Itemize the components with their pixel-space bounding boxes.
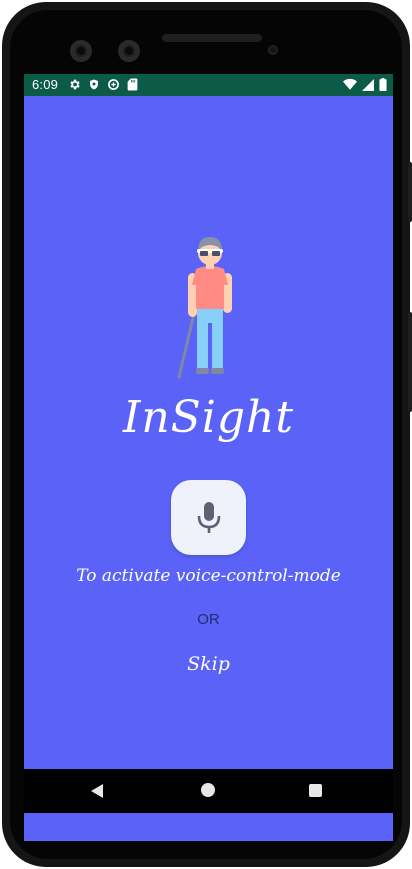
signal-icon	[362, 78, 374, 91]
wifi-icon	[343, 78, 357, 90]
glasses-lens-left	[200, 251, 208, 256]
glasses-lens-right	[212, 251, 220, 256]
data-saver-icon	[108, 79, 119, 90]
right-shoe	[211, 368, 224, 374]
front-camera-icon	[118, 40, 140, 62]
status-time: 6:09	[32, 77, 59, 92]
or-divider-label: OR	[197, 611, 220, 628]
microphone-button[interactable]	[171, 480, 246, 555]
battery-icon	[379, 78, 387, 91]
sd-card-icon	[127, 78, 138, 91]
skip-button[interactable]: Skip	[174, 649, 243, 679]
gear-icon	[70, 79, 80, 90]
cane-icon	[177, 312, 196, 379]
left-shoe	[196, 368, 209, 374]
back-icon[interactable]	[90, 783, 104, 799]
earpiece-speaker	[162, 34, 262, 42]
shirt	[192, 266, 228, 309]
microphone-icon	[197, 501, 220, 533]
left-leg	[197, 319, 208, 371]
shield-icon	[90, 79, 98, 90]
home-icon[interactable]	[201, 783, 215, 797]
voice-control-prompt: To activate voice-control-mode	[76, 566, 341, 586]
app-title: InSight	[122, 392, 295, 443]
volume-button	[408, 312, 412, 412]
right-leg	[212, 319, 223, 371]
screen: 6:09 InSight To activate voice-control-m…	[24, 74, 393, 841]
blind-person-illustration	[177, 237, 232, 379]
proximity-sensor	[268, 45, 278, 55]
status-bar: 6:09	[24, 74, 393, 96]
phone-frame: 6:09 InSight To activate voice-control-m…	[2, 2, 412, 867]
power-button	[408, 162, 412, 222]
recents-icon[interactable]	[309, 784, 322, 797]
navigation-bar	[24, 769, 393, 813]
front-camera-icon	[70, 40, 92, 62]
